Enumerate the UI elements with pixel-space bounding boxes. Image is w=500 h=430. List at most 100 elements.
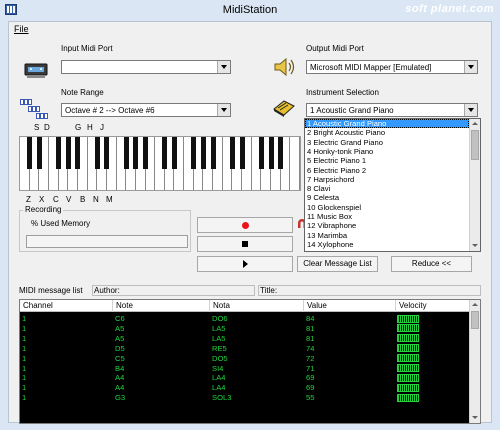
piano-black-key[interactable] (94, 137, 100, 169)
table-cell: C5 (115, 353, 125, 363)
author-field[interactable]: Author: (92, 285, 255, 296)
piano-black-key[interactable] (268, 137, 274, 169)
velocity-meter (397, 373, 419, 382)
table-cell: 1 (22, 314, 27, 323)
piano-black-key[interactable] (75, 137, 81, 169)
scroll-down-icon[interactable] (470, 413, 480, 423)
instrument-option[interactable]: 6 Electric Piano 2 (305, 166, 469, 175)
scroll-down-icon[interactable] (470, 241, 480, 251)
key-letter-bottom: N (93, 195, 99, 204)
recording-group-label: Recording (23, 205, 64, 214)
reduce-button[interactable]: Reduce << (391, 256, 472, 272)
velocity-meter (397, 314, 419, 323)
table-scrollbar[interactable] (469, 300, 480, 423)
piano-white-key[interactable] (290, 137, 300, 190)
instrument-select[interactable]: 1 Acoustic Grand Piano (306, 103, 478, 117)
instrument-option[interactable]: 5 Electric Piano 1 (305, 156, 469, 165)
table-cell: DO5 (212, 353, 228, 363)
piano-black-key[interactable] (171, 137, 177, 169)
scrollbar-thumb[interactable] (471, 130, 479, 160)
key-letter-top: S (34, 123, 40, 132)
scrollbar-thumb[interactable] (471, 311, 479, 329)
key-letter-top: G (75, 123, 82, 132)
piano-black-key[interactable] (239, 137, 245, 169)
piano-black-key[interactable] (200, 137, 206, 169)
note-range-select[interactable]: Octave # 2 --> Octave #6 (61, 103, 231, 117)
piano-black-key[interactable] (56, 137, 62, 169)
column-header[interactable]: Nota (210, 300, 304, 312)
table-cell: SOL3 (212, 393, 232, 403)
chevron-down-icon[interactable] (217, 61, 230, 73)
instrument-list-scrollbar[interactable] (469, 119, 480, 251)
piano-black-key[interactable] (229, 137, 235, 169)
chevron-down-icon[interactable] (464, 61, 477, 73)
output-port-value: Microsoft MIDI Mapper [Emulated] (310, 63, 432, 72)
client-area: File Input Midi Port Output Midi Port Mi… (8, 21, 492, 424)
instrument-option[interactable]: 8 Clavi (305, 184, 469, 193)
key-letter-bottom: V (66, 195, 72, 204)
menu-file[interactable]: File (12, 24, 31, 34)
instrument-option[interactable]: 9 Celesta (305, 193, 469, 202)
play-icon (243, 260, 248, 268)
instrument-option[interactable]: 3 Electric Grand Piano (305, 138, 469, 147)
table-cell: 81 (306, 323, 315, 333)
instrument-option[interactable]: 2 Bright Acoustic Piano (305, 128, 469, 137)
author-label: Author: (94, 286, 120, 295)
stop-icon (242, 241, 248, 247)
chevron-down-icon[interactable] (217, 104, 230, 116)
table-cell: 72 (306, 353, 315, 363)
scroll-up-icon[interactable] (470, 119, 480, 129)
instrument-option[interactable]: 13 Marimba (305, 231, 469, 240)
instrument-option[interactable]: 7 Harpsichord (305, 175, 469, 184)
instrument-option[interactable]: 12 Vibraphone (305, 221, 469, 230)
column-header[interactable]: Velocity (396, 300, 470, 312)
clear-message-list-button[interactable]: Clear Message List (297, 256, 378, 272)
play-button[interactable] (197, 256, 293, 272)
table-cell: LA4 (212, 383, 226, 393)
midi-message-table[interactable]: Channel Note Nota Value Velocity 1 C6 DO6 84 1 A5… (19, 299, 481, 424)
table-cell: 1 (22, 343, 27, 353)
piano-black-key[interactable] (65, 137, 71, 169)
watermark-logo: soft planet.com (405, 3, 494, 15)
piano-black-key[interactable] (104, 137, 110, 169)
piano-black-key[interactable] (191, 137, 197, 169)
piano-black-key[interactable] (133, 137, 139, 169)
table-cell: 74 (306, 343, 315, 353)
piano-black-key[interactable] (123, 137, 129, 169)
piano-black-key[interactable] (258, 137, 264, 169)
instrument-option[interactable]: 1 Acoustic Grand Piano (305, 119, 469, 129)
title-label: Title: (260, 286, 278, 295)
memory-label: % Used Memory (31, 219, 91, 228)
output-port-label: Output Midi Port (306, 44, 364, 53)
column-header[interactable]: Note (113, 300, 210, 312)
table-header: Channel Note Nota Value Velocity (20, 300, 470, 312)
stop-button[interactable] (197, 236, 293, 252)
note-range-label: Note Range (61, 88, 104, 97)
column-header[interactable]: Value (304, 300, 396, 312)
instrument-option[interactable]: 14 Xylophone (305, 240, 469, 249)
output-port-select[interactable]: Microsoft MIDI Mapper [Emulated] (306, 60, 478, 74)
scroll-up-icon[interactable] (470, 300, 480, 310)
piano-black-key[interactable] (143, 137, 149, 169)
piano-black-key[interactable] (162, 137, 168, 169)
table-cell: A4 (115, 373, 125, 383)
piano-black-key[interactable] (210, 137, 216, 169)
instrument-option[interactable]: 11 Music Box (305, 212, 469, 221)
input-port-select[interactable] (61, 60, 231, 74)
instrument-option[interactable]: 4 Honky-tonk Piano (305, 147, 469, 156)
chevron-down-icon[interactable] (464, 104, 477, 116)
title-bar[interactable]: MidiStation soft planet.com (0, 0, 500, 20)
table-cell: LA4 (212, 373, 226, 383)
midi-input-device-icon (24, 63, 48, 78)
record-button[interactable] (197, 217, 293, 233)
piano-black-key[interactable] (278, 137, 284, 169)
piano-black-key[interactable] (27, 137, 33, 169)
instrument-option[interactable]: 10 Glockenspiel (305, 203, 469, 212)
instrument-dropdown-list[interactable]: 1 Acoustic Grand Piano 2 Bright Acoustic … (304, 118, 481, 252)
table-cell: DO6 (212, 314, 228, 323)
piano-black-key[interactable] (36, 137, 42, 169)
table-cell: 84 (306, 314, 315, 323)
piano-keyboard[interactable] (19, 136, 301, 191)
title-field[interactable]: Title: (258, 285, 481, 296)
column-header[interactable]: Channel (20, 300, 113, 312)
